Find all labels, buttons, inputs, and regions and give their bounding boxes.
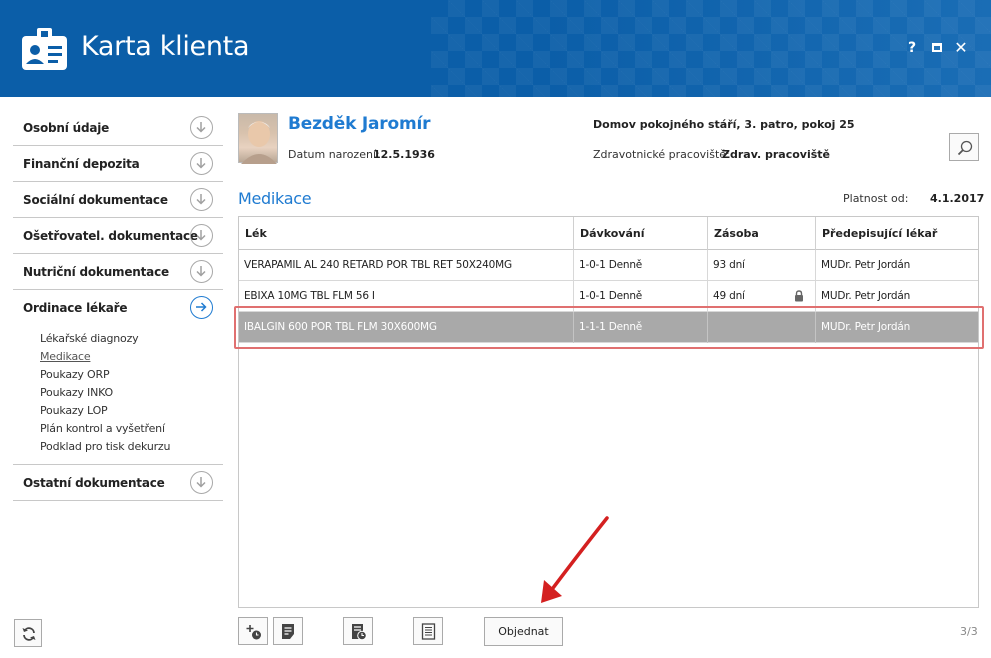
subitem-decursus[interactable]: Podklad pro tisk dekurzu — [40, 438, 223, 456]
help-button[interactable]: ? — [904, 40, 920, 56]
arrow-down-icon — [190, 471, 213, 494]
sidebar-item-personal[interactable]: Osobní údaje — [13, 110, 223, 146]
arrow-down-icon — [190, 116, 213, 139]
sidebar-item-doctor[interactable]: Ordinace lékaře — [13, 290, 223, 326]
subitem-medication[interactable]: Medikace — [40, 348, 223, 366]
arrow-down-icon — [190, 224, 213, 247]
add-scheduled-button[interactable] — [238, 617, 268, 645]
selection-highlight — [234, 306, 984, 349]
sidebar: Osobní údaje Finanční depozita Sociální … — [13, 110, 223, 501]
window-title: Karta klienta — [81, 31, 250, 62]
sidebar-item-social[interactable]: Sociální dokumentace — [13, 182, 223, 218]
arrow-down-icon — [190, 152, 213, 175]
arrow-right-icon — [190, 296, 213, 319]
search-icon — [957, 140, 973, 156]
edit-document-button[interactable] — [273, 617, 303, 645]
patient-name: Bezděk Jaromír — [288, 114, 431, 134]
cell-stock: 93 dní — [708, 250, 816, 281]
column-header-doctor[interactable]: Předepisující lékař — [816, 217, 978, 250]
document-list-button[interactable] — [413, 617, 443, 645]
dob-label: Datum narození: — [288, 148, 380, 161]
sidebar-item-label: Ošetřovatel. dokumentace — [23, 229, 198, 243]
sidebar-item-label: Nutriční dokumentace — [23, 265, 169, 279]
search-button[interactable] — [949, 133, 979, 161]
maximize-button[interactable] — [929, 40, 945, 56]
subitem-checkups[interactable]: Plán kontrol a vyšetření — [40, 420, 223, 438]
refresh-icon — [22, 627, 36, 641]
arrow-down-icon — [190, 260, 213, 283]
subitem-inko[interactable]: Poukazy INKO — [40, 384, 223, 402]
document-edit-icon — [282, 624, 294, 639]
table-row[interactable]: VERAPAMIL AL 240 RETARD POR TBL RET 50X2… — [239, 250, 978, 281]
annotation-arrow-icon — [541, 516, 609, 603]
sidebar-item-label: Ordinace lékaře — [23, 301, 128, 315]
sidebar-item-nursing[interactable]: Ošetřovatel. dokumentace — [13, 218, 223, 254]
title-bar: Karta klienta ? ✕ — [0, 0, 991, 97]
doctor-subitems: Lékařské diagnozy Medikace Poukazy ORP P… — [13, 326, 223, 465]
column-header-drug[interactable]: Lék — [239, 217, 574, 250]
page-indicator: 3/3 — [960, 625, 978, 638]
cell-drug: VERAPAMIL AL 240 RETARD POR TBL RET 50X2… — [239, 250, 574, 281]
column-header-dosage[interactable]: Dávkování — [574, 217, 708, 250]
lock-icon — [795, 290, 803, 302]
cell-dosage: 1-0-1 Denně — [574, 250, 708, 281]
sidebar-item-label: Ostatní dokumentace — [23, 476, 165, 490]
dob-value: 12.5.1936 — [373, 148, 435, 161]
valid-from-value: 4.1.2017 — [930, 192, 985, 205]
ward-label: Zdravotnické pracoviště: — [593, 148, 730, 161]
client-card-icon — [22, 28, 67, 70]
arrow-down-icon — [190, 188, 213, 211]
sidebar-item-other[interactable]: Ostatní dokumentace — [13, 465, 223, 501]
sidebar-item-label: Sociální dokumentace — [23, 193, 168, 207]
maximize-icon — [932, 43, 942, 52]
valid-from-label: Platnost od: — [843, 192, 909, 205]
close-button[interactable]: ✕ — [953, 40, 969, 56]
document-clock-icon — [352, 624, 367, 641]
patient-photo — [238, 113, 278, 164]
sidebar-item-label: Finanční depozita — [23, 157, 140, 171]
patient-location: Domov pokojného stáří, 3. patro, pokoj 2… — [593, 118, 855, 131]
order-button[interactable]: Objednat — [484, 617, 563, 646]
document-history-button[interactable] — [343, 617, 373, 645]
table-header: Lék Dávkování Zásoba Předepisující lékař — [239, 217, 978, 250]
section-title: Medikace — [238, 189, 312, 208]
sidebar-item-label: Osobní údaje — [23, 121, 110, 135]
document-list-icon — [421, 623, 436, 640]
subitem-diagnoses[interactable]: Lékařské diagnozy — [40, 330, 223, 348]
cell-doctor: MUDr. Petr Jordán — [821, 259, 911, 271]
subitem-orp[interactable]: Poukazy ORP — [40, 366, 223, 384]
ward-value: Zdrav. pracoviště — [722, 148, 830, 161]
subitem-lop[interactable]: Poukazy LOP — [40, 402, 223, 420]
sidebar-item-nutrition[interactable]: Nutriční dokumentace — [13, 254, 223, 290]
sidebar-item-deposits[interactable]: Finanční depozita — [13, 146, 223, 182]
column-header-stock[interactable]: Zásoba — [708, 217, 816, 250]
refresh-button[interactable] — [14, 619, 42, 647]
add-clock-icon — [246, 625, 261, 640]
